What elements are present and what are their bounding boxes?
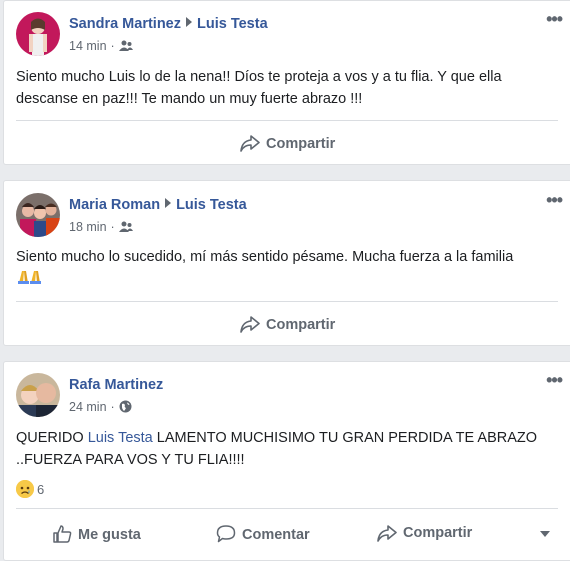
post-text: QUERIDO Luis Testa LAMENTO MUCHISIMO TU …	[16, 427, 560, 471]
globe-icon[interactable]	[119, 400, 132, 413]
author-name[interactable]: Maria Roman	[69, 197, 160, 213]
avatar[interactable]	[16, 373, 60, 417]
post-time[interactable]: 18 min	[69, 220, 107, 234]
share-label: Compartir	[403, 525, 473, 541]
more-options-icon[interactable]: •••	[546, 370, 563, 391]
reactions-summary[interactable]: 6	[16, 480, 44, 498]
share-icon	[240, 316, 260, 333]
share-label: Compartir	[266, 317, 336, 333]
post-header: Rafa Martinez	[69, 377, 163, 393]
arrow-right-icon	[186, 17, 192, 27]
post-text-prefix: QUERIDO	[16, 430, 88, 446]
share-button[interactable]: Compartir	[240, 315, 335, 333]
like-button[interactable]: Me gusta	[52, 524, 141, 544]
arrow-right-icon	[165, 198, 172, 208]
reaction-count: 6	[37, 482, 45, 497]
friends-icon[interactable]	[118, 40, 133, 52]
target-name[interactable]: Luis Testa	[176, 197, 247, 213]
share-button[interactable]: Compartir	[240, 134, 335, 152]
more-options-icon[interactable]: •••	[546, 9, 563, 30]
friends-icon[interactable]	[118, 221, 133, 233]
like-label: Me gusta	[78, 527, 141, 543]
post-time[interactable]: 24 min	[69, 400, 107, 414]
comment-label: Comentar	[242, 527, 310, 543]
post-card: Maria Roman Luis Testa 18 min · ••• Siento…	[3, 180, 570, 346]
mention-link[interactable]: Luis Testa	[88, 430, 153, 446]
post-header: Maria Roman Luis Testa	[69, 197, 247, 213]
share-icon	[240, 135, 260, 152]
post-text: Siento mucho Luis lo de la nena!! Díos t…	[16, 69, 502, 107]
post-text-content: Siento mucho lo sucedido, mí más sentido…	[16, 249, 514, 265]
divider	[16, 301, 558, 302]
avatar[interactable]	[16, 12, 60, 56]
chevron-down-icon[interactable]	[540, 531, 550, 537]
share-icon	[377, 525, 397, 542]
share-button[interactable]: Compartir	[377, 524, 472, 542]
sad-reaction-icon	[16, 480, 34, 498]
author-name[interactable]: Rafa Martinez	[69, 377, 163, 393]
comment-icon	[216, 525, 236, 543]
more-options-icon[interactable]: •••	[546, 190, 563, 211]
avatar[interactable]	[16, 193, 60, 237]
share-label: Compartir	[266, 136, 336, 152]
divider	[16, 508, 558, 509]
target-name[interactable]: Luis Testa	[197, 16, 268, 32]
post-card: Rafa Martinez 24 min · ••• QUERIDO Luis T…	[3, 361, 570, 561]
comment-button[interactable]: Comentar	[216, 524, 310, 544]
folded-hands-icon	[16, 271, 42, 288]
post-time[interactable]: 14 min	[69, 39, 107, 53]
post-meta: 24 min ·	[69, 400, 132, 414]
divider	[16, 120, 558, 121]
post-text: Siento mucho lo sucedido, mí más sentido…	[16, 246, 560, 291]
post-card: Sandra Martinez Luis Testa 14 min · ••• Si…	[3, 0, 570, 165]
thumbs-up-icon	[53, 525, 72, 543]
author-name[interactable]: Sandra Martinez	[69, 16, 181, 32]
post-meta: 18 min ·	[69, 220, 133, 234]
post-header: Sandra Martinez Luis Testa	[69, 16, 268, 32]
post-meta: 14 min ·	[69, 39, 133, 53]
